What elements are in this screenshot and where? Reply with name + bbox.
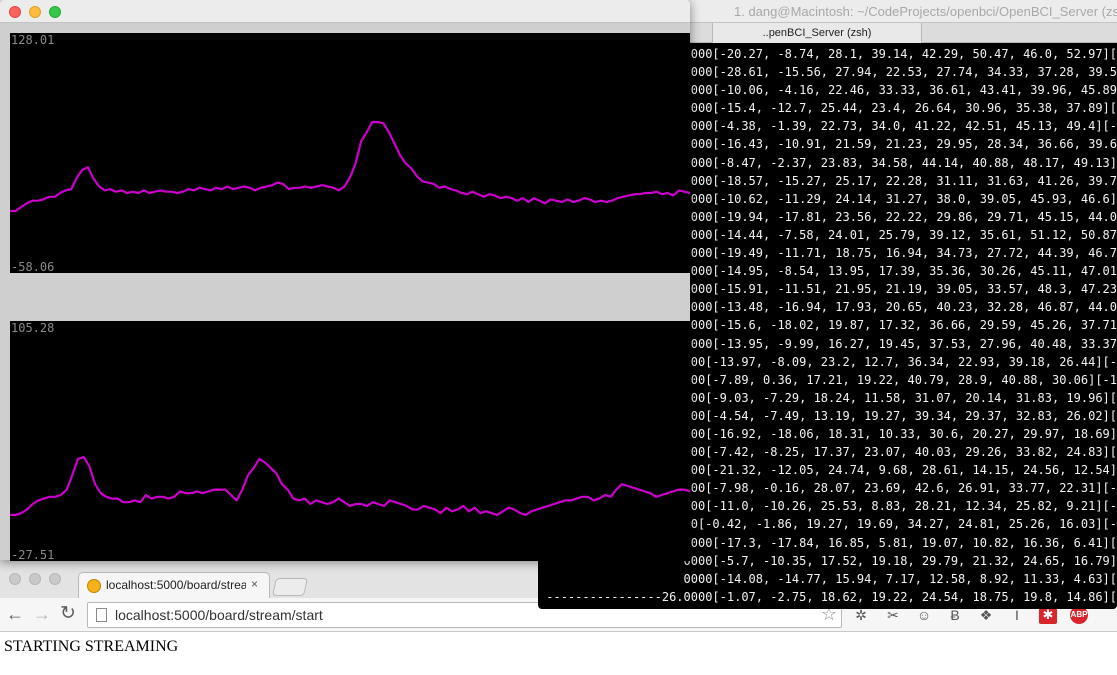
signal-plot-1: 128.01 -58.06 <box>10 33 690 273</box>
terminal-line-text: 00000[-18.57, -15.27, 25.17, 22.28, 31.1… <box>676 173 1117 188</box>
signal-trace-2 <box>10 456 690 516</box>
terminal-line-text: 0000[-9.03, -7.29, 18.24, 11.58, 31.07, … <box>676 390 1117 405</box>
terminal-line-text: 00000[-19.49, -11.71, 18.75, 16.94, 34.7… <box>676 246 1117 261</box>
terminal-line: ----------------25.0000[-8.14, -4.52, 17… <box>538 606 1117 609</box>
new-tab-button[interactable] <box>272 578 308 596</box>
terminal-line-text: 0000[-0.42, -1.86, 19.27, 19.69, 34.27, … <box>669 517 1117 532</box>
minimize-window-button[interactable] <box>29 573 41 585</box>
terminal-line: 0000[-14.08, -14.77, 15.94, 7.17, 12.58,… <box>538 570 1117 588</box>
terminal-line-text: 00000[-13.95, -9.99, 16.27, 19.45, 37.53… <box>676 336 1117 351</box>
terminal-line-text: ----------------26.0000[-1.07, -2.75, 18… <box>546 589 1117 604</box>
plot-1-max-label: 128.01 <box>11 33 55 47</box>
terminal-line-text: 00000[-4.38, -1.39, 22.73, 34.0, 41.22, … <box>676 119 1117 134</box>
zoom-window-button[interactable] <box>49 6 61 18</box>
terminal-line-text: 00000[-10.62, -11.29, 24.14, 31.27, 38.0… <box>676 191 1117 206</box>
zoom-window-button[interactable] <box>49 573 61 585</box>
terminal-line-text: 00000[-15.6, -18.02, 19.87, 17.32, 36.66… <box>676 318 1117 333</box>
terminal-line-text: 00000[-8.47, -2.37, 23.83, 34.58, 44.14,… <box>676 155 1117 170</box>
terminal-line-text: 0000[-14.08, -14.77, 15.94, 7.17, 12.58,… <box>683 571 1117 586</box>
minimize-window-button[interactable] <box>29 6 41 18</box>
close-tab-icon[interactable]: × <box>251 577 258 591</box>
page-body-text: STARTING STREAMING <box>4 638 179 655</box>
back-button[interactable]: ← <box>6 604 24 624</box>
terminal-line-text: 0000[-4.54, -7.49, 13.19, 19.27, 39.34, … <box>676 408 1117 423</box>
page-icon <box>96 608 107 622</box>
terminal-line-text: 00000[-19.94, -17.81, 23.56, 22.22, 29.8… <box>676 209 1117 224</box>
terminal-line-text: 0000[-17.3, -17.84, 16.85, 5.81, 19.07, … <box>683 535 1117 550</box>
terminal-line-text: 00000[-28.61, -15.56, 27.94, 22.53, 27.7… <box>676 65 1117 80</box>
terminal-line-text: 00000[-14.44, -7.58, 24.01, 25.79, 39.12… <box>676 227 1117 242</box>
signal-plot-1-svg <box>10 120 690 213</box>
terminal-title: 1. dang@Macintosh: ~/CodeProjects/openbc… <box>734 4 1117 19</box>
plot-1-min-label: -58.06 <box>11 260 55 274</box>
terminal-line-text: 00000[-15.91, -11.51, 21.95, 21.19, 39.0… <box>676 282 1117 297</box>
signal-plot-2: 105.28 -27.51 <box>10 321 690 561</box>
signal-plot-2-svg <box>10 456 690 516</box>
tab-title: localhost:5000/board/stream/start <box>106 578 246 592</box>
plot-2-min-label: -27.51 <box>11 548 55 562</box>
terminal-line-text: 00000[-10.06, -4.16, 22.46, 33.33, 36.61… <box>676 83 1117 98</box>
plot-window: 128.01 -58.06 105.28 -27.51 <box>0 0 690 561</box>
flask-favicon-icon <box>87 579 101 593</box>
plot-window-titlebar[interactable] <box>0 0 690 23</box>
terminal-line-text: 0000[-7.98, -0.16, 28.07, 23.69, 42.6, 2… <box>676 481 1117 496</box>
terminal-line-text: 0000[-16.92, -18.06, 18.31, 10.33, 30.6,… <box>676 426 1117 441</box>
terminal-line-text: 00000[-20.27, -8.74, 28.1, 39.14, 42.29,… <box>676 47 1117 61</box>
terminal-line-text: 0000[-21.32, -12.05, 24.74, 9.68, 28.61,… <box>676 463 1117 478</box>
terminal-line-text: 00000[-15.4, -12.7, 25.44, 23.4, 26.64, … <box>676 101 1117 116</box>
terminal-line-text: 0000[-13.97, -8.09, 23.2, 12.7, 36.34, 2… <box>676 354 1117 369</box>
close-window-button[interactable] <box>9 573 21 585</box>
terminal-line-text: 00000[-14.95, -8.54, 13.95, 17.39, 35.36… <box>676 264 1117 279</box>
terminal-line-text: 00000[-13.48, -16.94, 17.93, 20.65, 40.2… <box>676 300 1117 315</box>
terminal-line-text: ----------------25.0000[-8.14, -4.52, 17… <box>546 608 1117 609</box>
terminal-line: ----------------26.0000[-1.07, -2.75, 18… <box>538 588 1117 606</box>
terminal-line-text: 0000[-11.0, -10.26, 25.53, 8.83, 28.21, … <box>676 499 1117 514</box>
browser-tab[interactable]: localhost:5000/board/stream/start × <box>78 572 270 598</box>
terminal-line-text: 0000[-5.7, -10.35, 17.52, 19.18, 29.79, … <box>683 553 1117 568</box>
url-text[interactable]: localhost:5000/board/stream/start <box>115 607 323 623</box>
terminal-line-text: 0000[-7.89, 0.36, 17.21, 19.22, 40.79, 2… <box>676 372 1117 387</box>
terminal-line-text: 0000[-7.42, -8.25, 17.37, 23.07, 40.03, … <box>676 445 1117 460</box>
terminal-line-text: 00000[-16.43, -10.91, 21.59, 21.23, 29.9… <box>676 137 1117 152</box>
plot-2-max-label: 105.28 <box>11 321 55 335</box>
forward-button[interactable]: → <box>33 604 51 624</box>
terminal-tab[interactable]: ..penBCI_Server (zsh) <box>712 23 922 43</box>
close-window-button[interactable] <box>9 6 21 18</box>
reload-button[interactable]: ↻ <box>60 604 76 624</box>
signal-trace-1 <box>10 120 690 213</box>
